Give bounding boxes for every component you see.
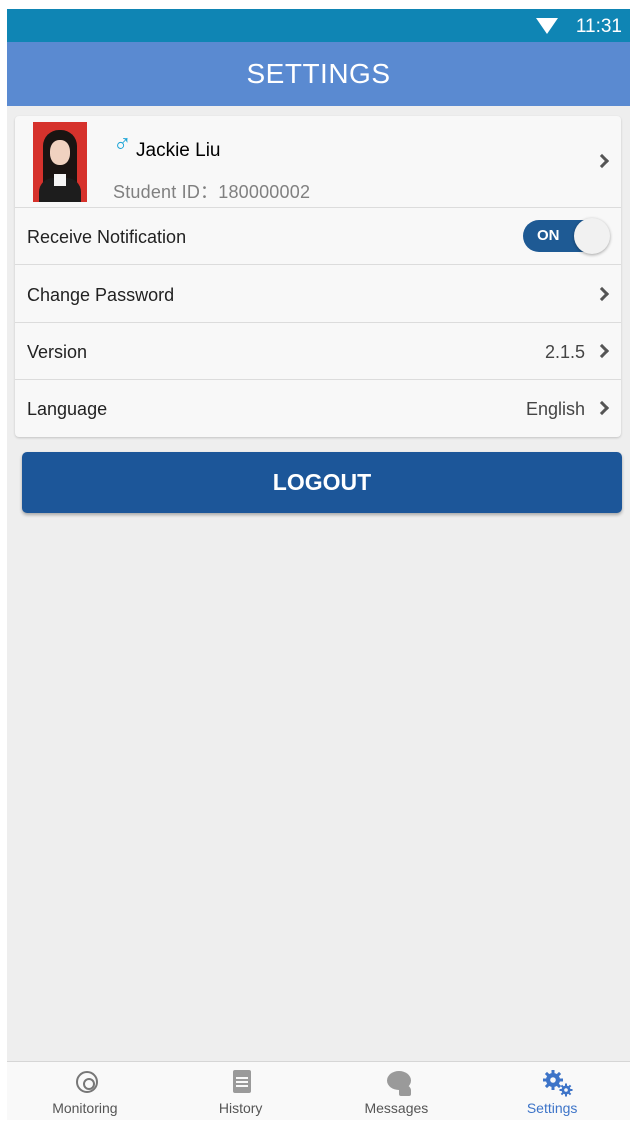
tab-label: Messages [364,1100,429,1116]
tab-label: Settings [526,1100,578,1116]
receive-notification-label: Receive Notification [27,227,187,247]
male-gender-icon: ♂ [113,130,132,158]
tab-messages[interactable]: Messages [319,1062,475,1120]
settings-card: ♂ Jackie Liu Student ID：180000002 Receiv… [15,116,621,437]
version-row[interactable]: Version 2.1.5 [15,323,621,380]
monitoring-icon [76,1071,98,1093]
tab-settings[interactable]: Settings [474,1062,630,1120]
chevron-right-icon [594,153,610,169]
document-icon [232,1070,251,1093]
chat-bubble-icon [386,1071,411,1096]
receive-notification-row: Receive Notification ON [15,208,621,265]
student-id: Student ID：180000002 [113,182,311,202]
device-screen: 11:31 SETTINGS ♂ Jackie Liu Student ID：1… [7,9,630,1120]
page-title: SETTINGS [246,58,391,89]
tab-label: History [218,1100,263,1116]
notification-toggle[interactable]: ON [523,218,610,254]
tab-label: Monitoring [52,1100,118,1116]
app-bar: SETTINGS [7,42,630,106]
tab-monitoring[interactable]: Monitoring [7,1062,163,1120]
avatar [33,122,87,202]
language-label: Language [27,399,108,419]
status-bar: 11:31 [7,9,630,42]
chevron-right-icon [594,343,610,359]
chevron-right-icon [594,286,610,302]
language-value: English [525,399,585,419]
version-label: Version [27,342,88,362]
change-password-row[interactable]: Change Password [15,266,621,323]
chevron-right-icon [594,400,610,416]
bottom-tab-bar: Monitoring History Messages Settings [7,1061,630,1120]
change-password-label: Change Password [27,285,175,305]
logout-button[interactable]: LOGOUT [22,452,622,513]
version-value: 2.1.5 [544,342,585,362]
gears-icon [543,1070,573,1097]
profile-row[interactable]: ♂ Jackie Liu Student ID：180000002 [15,116,621,208]
status-time: 11:31 [575,16,622,37]
language-row[interactable]: Language English [15,380,621,437]
toggle-knob [574,218,610,254]
profile-name: Jackie Liu [136,140,221,161]
toggle-state: ON [537,227,560,244]
tab-history[interactable]: History [163,1062,319,1120]
wifi-icon [536,18,558,34]
